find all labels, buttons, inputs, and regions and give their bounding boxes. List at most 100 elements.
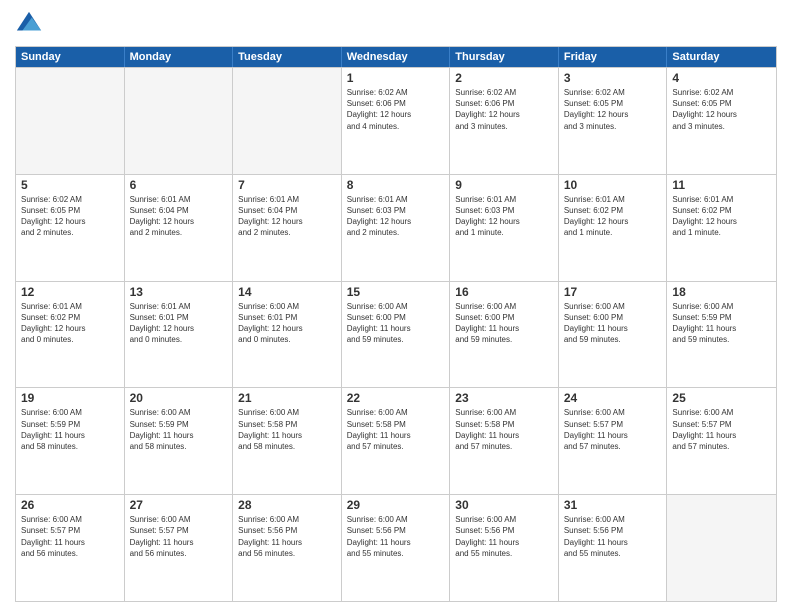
calendar-cell xyxy=(667,495,776,601)
weekday-header: Sunday xyxy=(16,47,125,67)
calendar-row: 26Sunrise: 6:00 AM Sunset: 5:57 PM Dayli… xyxy=(16,494,776,601)
cell-info: Sunrise: 6:02 AM Sunset: 6:06 PM Dayligh… xyxy=(347,87,445,132)
day-number: 9 xyxy=(455,178,553,192)
calendar-cell: 29 Sunrise: 6:00 AM Sunset: 5:56 PM Dayli… xyxy=(342,495,451,601)
calendar-cell: 1 Sunrise: 6:02 AM Sunset: 6:06 PM Daylig… xyxy=(342,68,451,174)
calendar-cell: 23 Sunrise: 6:00 AM Sunset: 5:58 PM Dayli… xyxy=(450,388,559,494)
day-number: 21 xyxy=(238,391,336,405)
calendar-cell: 30Sunrise: 6:00 AM Sunset: 5:56 PM Dayli… xyxy=(450,495,559,601)
cell-info: Sunrise: 6:00 AM Sunset: 5:58 PM Dayligh… xyxy=(238,407,336,452)
day-number: 25 xyxy=(672,391,771,405)
day-number: 10 xyxy=(564,178,662,192)
calendar-row: 19 Sunrise: 6:00 AM Sunset: 5:59 PM Dayli… xyxy=(16,387,776,494)
day-number: 14 xyxy=(238,285,336,299)
day-number: 6 xyxy=(130,178,228,192)
cell-info: Sunrise: 6:01 AM Sunset: 6:03 PM Dayligh… xyxy=(347,194,445,239)
calendar-cell: 3 Sunrise: 6:02 AM Sunset: 6:05 PM Daylig… xyxy=(559,68,668,174)
calendar-cell: 16 Sunrise: 6:00 AM Sunset: 6:00 PM Dayli… xyxy=(450,282,559,388)
calendar-cell: 27Sunrise: 6:00 AM Sunset: 5:57 PM Dayli… xyxy=(125,495,234,601)
cell-info: Sunrise: 6:00 AM Sunset: 6:00 PM Dayligh… xyxy=(564,301,662,346)
cell-info: Sunrise: 6:00 AM Sunset: 5:56 PM Dayligh… xyxy=(455,514,553,559)
calendar-cell xyxy=(16,68,125,174)
calendar-cell xyxy=(233,68,342,174)
cell-info: Sunrise: 6:01 AM Sunset: 6:02 PM Dayligh… xyxy=(672,194,771,239)
cell-info: Sunrise: 6:02 AM Sunset: 6:05 PM Dayligh… xyxy=(21,194,119,239)
calendar-body: 1 Sunrise: 6:02 AM Sunset: 6:06 PM Daylig… xyxy=(16,67,776,601)
day-number: 8 xyxy=(347,178,445,192)
day-number: 5 xyxy=(21,178,119,192)
calendar-header: SundayMondayTuesdayWednesdayThursdayFrid… xyxy=(16,47,776,67)
day-number: 18 xyxy=(672,285,771,299)
cell-info: Sunrise: 6:00 AM Sunset: 5:58 PM Dayligh… xyxy=(455,407,553,452)
weekday-header: Thursday xyxy=(450,47,559,67)
calendar: SundayMondayTuesdayWednesdayThursdayFrid… xyxy=(15,46,777,602)
cell-info: Sunrise: 6:00 AM Sunset: 5:59 PM Dayligh… xyxy=(21,407,119,452)
day-number: 20 xyxy=(130,391,228,405)
day-number: 13 xyxy=(130,285,228,299)
cell-info: Sunrise: 6:02 AM Sunset: 6:06 PM Dayligh… xyxy=(455,87,553,132)
calendar-row: 5 Sunrise: 6:02 AM Sunset: 6:05 PM Daylig… xyxy=(16,174,776,281)
cell-info: Sunrise: 6:00 AM Sunset: 5:59 PM Dayligh… xyxy=(672,301,771,346)
calendar-cell: 24 Sunrise: 6:00 AM Sunset: 5:57 PM Dayli… xyxy=(559,388,668,494)
day-number: 17 xyxy=(564,285,662,299)
logo xyxy=(15,10,47,38)
day-number: 15 xyxy=(347,285,445,299)
calendar-cell xyxy=(125,68,234,174)
calendar-cell: 21 Sunrise: 6:00 AM Sunset: 5:58 PM Dayli… xyxy=(233,388,342,494)
calendar-cell: 5 Sunrise: 6:02 AM Sunset: 6:05 PM Daylig… xyxy=(16,175,125,281)
cell-info: Sunrise: 6:01 AM Sunset: 6:04 PM Dayligh… xyxy=(238,194,336,239)
day-number: 19 xyxy=(21,391,119,405)
day-number: 3 xyxy=(564,71,662,85)
weekday-header: Wednesday xyxy=(342,47,451,67)
day-number: 12 xyxy=(21,285,119,299)
calendar-cell: 20 Sunrise: 6:00 AM Sunset: 5:59 PM Dayli… xyxy=(125,388,234,494)
cell-info: Sunrise: 6:00 AM Sunset: 6:00 PM Dayligh… xyxy=(455,301,553,346)
calendar-cell: 19 Sunrise: 6:00 AM Sunset: 5:59 PM Dayli… xyxy=(16,388,125,494)
logo-icon xyxy=(15,10,43,38)
calendar-cell: 4 Sunrise: 6:02 AM Sunset: 6:05 PM Daylig… xyxy=(667,68,776,174)
weekday-header: Tuesday xyxy=(233,47,342,67)
cell-info: Sunrise: 6:02 AM Sunset: 6:05 PM Dayligh… xyxy=(564,87,662,132)
day-number: 29 xyxy=(347,498,445,512)
calendar-cell: 8 Sunrise: 6:01 AM Sunset: 6:03 PM Daylig… xyxy=(342,175,451,281)
day-number: 2 xyxy=(455,71,553,85)
cell-info: Sunrise: 6:00 AM Sunset: 5:59 PM Dayligh… xyxy=(130,407,228,452)
calendar-cell: 10Sunrise: 6:01 AM Sunset: 6:02 PM Dayli… xyxy=(559,175,668,281)
weekday-header: Friday xyxy=(559,47,668,67)
calendar-cell: 15 Sunrise: 6:00 AM Sunset: 6:00 PM Dayli… xyxy=(342,282,451,388)
calendar-cell: 11Sunrise: 6:01 AM Sunset: 6:02 PM Dayli… xyxy=(667,175,776,281)
day-number: 16 xyxy=(455,285,553,299)
cell-info: Sunrise: 6:00 AM Sunset: 6:01 PM Dayligh… xyxy=(238,301,336,346)
calendar-cell: 14 Sunrise: 6:00 AM Sunset: 6:01 PM Dayli… xyxy=(233,282,342,388)
cell-info: Sunrise: 6:02 AM Sunset: 6:05 PM Dayligh… xyxy=(672,87,771,132)
day-number: 7 xyxy=(238,178,336,192)
header xyxy=(15,10,777,38)
cell-info: Sunrise: 6:00 AM Sunset: 5:56 PM Dayligh… xyxy=(347,514,445,559)
day-number: 23 xyxy=(455,391,553,405)
cell-info: Sunrise: 6:01 AM Sunset: 6:02 PM Dayligh… xyxy=(21,301,119,346)
day-number: 4 xyxy=(672,71,771,85)
calendar-cell: 18 Sunrise: 6:00 AM Sunset: 5:59 PM Dayli… xyxy=(667,282,776,388)
day-number: 31 xyxy=(564,498,662,512)
calendar-cell: 9Sunrise: 6:01 AM Sunset: 6:03 PM Daylig… xyxy=(450,175,559,281)
cell-info: Sunrise: 6:01 AM Sunset: 6:04 PM Dayligh… xyxy=(130,194,228,239)
cell-info: Sunrise: 6:00 AM Sunset: 5:57 PM Dayligh… xyxy=(564,407,662,452)
calendar-cell: 12 Sunrise: 6:01 AM Sunset: 6:02 PM Dayli… xyxy=(16,282,125,388)
calendar-cell: 6 Sunrise: 6:01 AM Sunset: 6:04 PM Daylig… xyxy=(125,175,234,281)
calendar-cell: 22Sunrise: 6:00 AM Sunset: 5:58 PM Dayli… xyxy=(342,388,451,494)
day-number: 27 xyxy=(130,498,228,512)
day-number: 28 xyxy=(238,498,336,512)
cell-info: Sunrise: 6:00 AM Sunset: 6:00 PM Dayligh… xyxy=(347,301,445,346)
calendar-cell: 26Sunrise: 6:00 AM Sunset: 5:57 PM Dayli… xyxy=(16,495,125,601)
calendar-cell: 7 Sunrise: 6:01 AM Sunset: 6:04 PM Daylig… xyxy=(233,175,342,281)
calendar-row: 12 Sunrise: 6:01 AM Sunset: 6:02 PM Dayli… xyxy=(16,281,776,388)
day-number: 24 xyxy=(564,391,662,405)
calendar-cell: 25 Sunrise: 6:00 AM Sunset: 5:57 PM Dayli… xyxy=(667,388,776,494)
weekday-header: Monday xyxy=(125,47,234,67)
cell-info: Sunrise: 6:00 AM Sunset: 5:56 PM Dayligh… xyxy=(238,514,336,559)
day-number: 1 xyxy=(347,71,445,85)
calendar-cell: 13Sunrise: 6:01 AM Sunset: 6:01 PM Dayli… xyxy=(125,282,234,388)
weekday-header: Saturday xyxy=(667,47,776,67)
page: SundayMondayTuesdayWednesdayThursdayFrid… xyxy=(0,0,792,612)
cell-info: Sunrise: 6:00 AM Sunset: 5:57 PM Dayligh… xyxy=(672,407,771,452)
